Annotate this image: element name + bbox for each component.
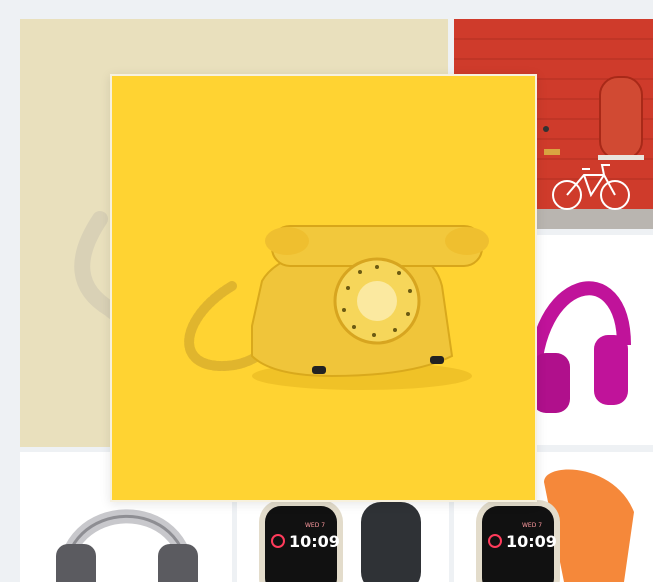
telephone-image [184, 225, 489, 390]
watch-day-label: WED 7 [305, 522, 326, 529]
activity-rings-icon [488, 534, 502, 548]
activity-rings-icon [271, 534, 285, 548]
watch-day-label: WED 7 [522, 522, 543, 529]
image-lightbox[interactable] [110, 74, 537, 502]
watch-time-label: 10:09 [506, 532, 557, 551]
watch-time-label: 10:09 [289, 532, 340, 551]
